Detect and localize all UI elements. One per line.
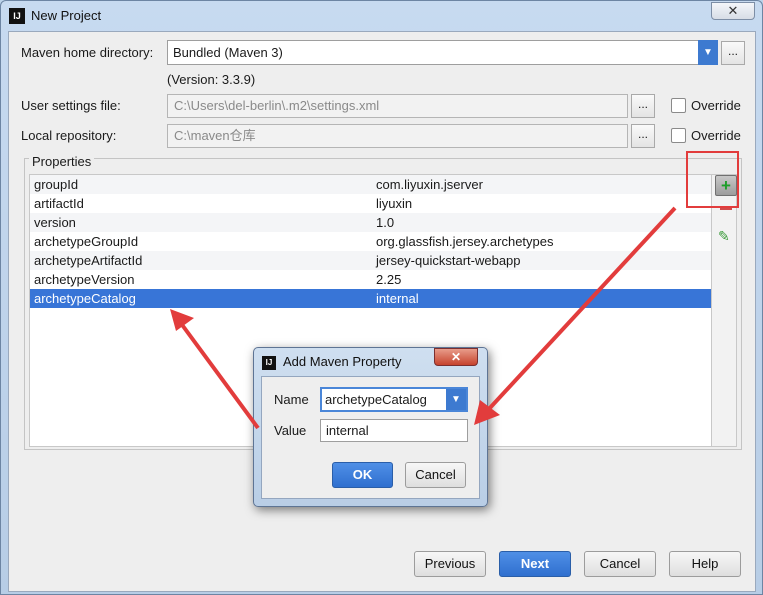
property-key: archetypeGroupId	[34, 234, 139, 249]
value-field[interactable]: internal	[320, 419, 468, 442]
local-repository-label: Local repository:	[21, 128, 117, 143]
add-maven-property-dialog: IJ Add Maven Property ✕ Name archetypeCa…	[253, 347, 488, 507]
dialog-close-button[interactable]: ✕	[434, 348, 478, 366]
table-row[interactable]: groupId com.liyuxin.jserver	[30, 175, 711, 194]
table-row[interactable]: archetypeVersion 2.25	[30, 270, 711, 289]
name-label: Name	[274, 392, 309, 407]
user-settings-field[interactable]: C:\Users\del-berlin\.m2\settings.xml	[167, 94, 628, 118]
maven-version-text: (Version: 3.3.9)	[167, 72, 256, 87]
window-title: New Project	[31, 8, 102, 23]
property-key: archetypeCatalog	[34, 291, 136, 306]
local-repository-override-checkbox[interactable]	[671, 128, 686, 143]
table-row-selected[interactable]: archetypeCatalog internal	[30, 289, 711, 308]
maven-home-value: Bundled (Maven 3)	[173, 45, 283, 60]
user-settings-browse-button[interactable]: ...	[631, 94, 655, 118]
user-settings-label: User settings file:	[21, 98, 121, 113]
ok-button[interactable]: OK	[332, 462, 393, 488]
property-key: groupId	[34, 177, 79, 192]
name-value: archetypeCatalog	[325, 392, 427, 407]
property-key: artifactId	[34, 196, 84, 211]
property-value: liyuxin	[376, 196, 413, 211]
title-bar: IJ New Project ✕	[1, 1, 762, 31]
property-value: org.glassfish.jersey.archetypes	[376, 234, 554, 249]
property-value: com.liyuxin.jserver	[376, 177, 483, 192]
property-value: 1.0	[376, 215, 395, 230]
pencil-icon[interactable]: ✎	[718, 228, 730, 245]
property-value: internal	[376, 291, 419, 306]
dialog-cancel-button[interactable]: Cancel	[405, 462, 466, 488]
property-key: version	[34, 215, 76, 230]
window-close-button[interactable]: ✕	[711, 2, 755, 20]
cancel-button[interactable]: Cancel	[584, 551, 656, 577]
local-repository-override-label[interactable]: Override	[691, 128, 741, 143]
name-combo[interactable]: archetypeCatalog ▼	[320, 387, 468, 412]
maven-home-label: Maven home directory:	[21, 45, 154, 60]
annotation-highlight-box	[686, 151, 739, 208]
dialog-body: Name archetypeCatalog ▼ Value internal O…	[261, 376, 480, 499]
maven-home-browse-button[interactable]: ...	[721, 41, 745, 65]
chevron-down-icon[interactable]: ▼	[446, 389, 466, 410]
property-value: jersey-quickstart-webapp	[376, 253, 521, 268]
user-settings-override-label[interactable]: Override	[691, 98, 741, 113]
table-row[interactable]: version 1.0	[30, 213, 711, 232]
table-row[interactable]: archetypeGroupId org.glassfish.jersey.ar…	[30, 232, 711, 251]
dialog-content: Maven home directory: Bundled (Maven 3) …	[8, 31, 756, 592]
dialog-title: Add Maven Property	[283, 354, 402, 369]
help-button[interactable]: Help	[669, 551, 741, 577]
properties-toolbar	[712, 174, 737, 447]
table-row[interactable]: archetypeArtifactId jersey-quickstart-we…	[30, 251, 711, 270]
chevron-down-icon[interactable]: ▼	[698, 40, 718, 65]
local-repository-browse-button[interactable]: ...	[631, 124, 655, 148]
next-button[interactable]: Next	[499, 551, 571, 577]
property-value: 2.25	[376, 272, 402, 287]
user-settings-override-checkbox[interactable]	[671, 98, 686, 113]
previous-button-label: Previous	[424, 556, 476, 571]
properties-group-title: Properties	[29, 154, 95, 169]
property-key: archetypeVersion	[34, 272, 135, 287]
intellij-app-icon: IJ	[262, 356, 276, 370]
previous-button[interactable]: Previous	[414, 551, 486, 577]
intellij-app-icon: IJ	[9, 8, 25, 24]
maven-home-combo[interactable]: Bundled (Maven 3) ▼	[167, 40, 718, 65]
table-row[interactable]: artifactId liyuxin	[30, 194, 711, 213]
value-label: Value	[274, 423, 307, 438]
property-key: archetypeArtifactId	[34, 253, 143, 268]
local-repository-field[interactable]: C:\maven仓库	[167, 124, 628, 148]
